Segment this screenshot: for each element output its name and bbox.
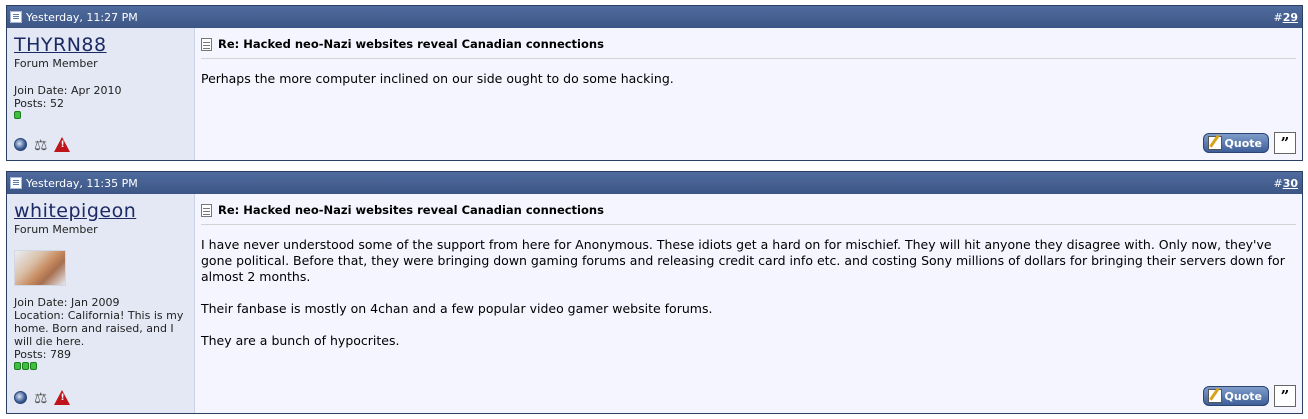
quote-label: Quote xyxy=(1224,136,1262,150)
join-date: Join Date: Jan 2009 xyxy=(14,296,120,309)
forum-post: Yesterday, 11:27 PM #29 THYRN88 Forum Me… xyxy=(6,5,1303,161)
post-count: Posts: 789 xyxy=(14,348,71,361)
quote-button[interactable]: Quote xyxy=(1202,133,1269,153)
message-paragraph: Perhaps the more computer inclined on ou… xyxy=(201,71,674,86)
post-timestamp: Yesterday, 11:27 PM xyxy=(26,10,138,24)
user-info-panel: whitepigeon Forum Member Join Date: Jan … xyxy=(7,194,195,413)
post-title: Re: Hacked neo-Nazi websites reveal Cana… xyxy=(218,203,604,217)
post-number[interactable]: #30 xyxy=(1273,177,1298,190)
message-panel: Re: Hacked neo-Nazi websites reveal Cana… xyxy=(195,28,1302,160)
document-icon xyxy=(201,37,212,51)
avatar[interactable] xyxy=(14,250,66,286)
post-title: Re: Hacked neo-Nazi websites reveal Cana… xyxy=(218,37,604,51)
post-status-icon xyxy=(10,177,22,189)
post-number-prefix: # xyxy=(1273,176,1283,190)
message-paragraph: Their fanbase is mostly on 4chan and a f… xyxy=(201,301,713,316)
reputation-pip xyxy=(14,362,21,370)
message-paragraph: They are a bunch of hypocrites. xyxy=(201,333,400,348)
username-link[interactable]: THYRN88 xyxy=(14,34,194,56)
user-title: Forum Member xyxy=(14,223,98,236)
message-panel: Re: Hacked neo-Nazi websites reveal Cana… xyxy=(195,194,1302,413)
multiquote-icon[interactable]: ” xyxy=(1274,132,1296,154)
online-status-icon xyxy=(14,391,27,404)
post-message: I have never understood some of the supp… xyxy=(201,237,1296,349)
post-number-prefix: # xyxy=(1273,10,1283,24)
document-icon xyxy=(201,203,212,217)
post-number[interactable]: #29 xyxy=(1273,11,1298,24)
post-message: Perhaps the more computer inclined on ou… xyxy=(201,71,1296,87)
report-post-icon[interactable] xyxy=(54,137,71,152)
reputation-pip xyxy=(22,362,29,370)
user-title: Forum Member xyxy=(14,57,98,70)
quote-pencil-icon xyxy=(1207,136,1222,150)
reputation-bar xyxy=(14,362,194,370)
quote-pencil-icon xyxy=(1207,389,1222,403)
reputation-pip xyxy=(30,362,37,370)
location: Location: California! This is my home. B… xyxy=(14,309,184,348)
quote-label: Quote xyxy=(1224,389,1262,403)
report-post-icon[interactable] xyxy=(54,390,71,405)
username-link[interactable]: whitepigeon xyxy=(14,200,194,222)
reputation-pip xyxy=(14,111,21,119)
reputation-scale-icon[interactable]: ⚖ xyxy=(34,137,47,152)
post-number-link[interactable]: 29 xyxy=(1283,11,1298,24)
forum-post: Yesterday, 11:35 PM #30 whitepigeon Foru… xyxy=(6,171,1303,414)
post-header: Yesterday, 11:35 PM #30 xyxy=(7,172,1302,194)
quote-button[interactable]: Quote xyxy=(1202,386,1269,406)
post-status-icon xyxy=(10,11,22,23)
post-timestamp: Yesterday, 11:35 PM xyxy=(26,176,138,190)
post-count: Posts: 52 xyxy=(14,97,64,110)
online-status-icon xyxy=(14,138,27,151)
join-date: Join Date: Apr 2010 xyxy=(14,84,122,97)
message-paragraph: I have never understood some of the supp… xyxy=(201,237,1285,284)
post-number-link[interactable]: 30 xyxy=(1283,177,1298,190)
post-header: Yesterday, 11:27 PM #29 xyxy=(7,6,1302,28)
reputation-scale-icon[interactable]: ⚖ xyxy=(34,390,47,405)
user-info-panel: THYRN88 Forum Member Join Date: Apr 2010… xyxy=(7,28,195,160)
multiquote-icon[interactable]: ” xyxy=(1274,385,1296,407)
reputation-bar xyxy=(14,111,194,119)
